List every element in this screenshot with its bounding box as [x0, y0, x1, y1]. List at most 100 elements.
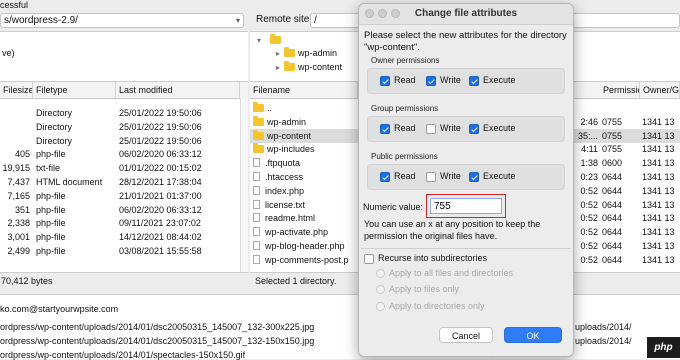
queue-line-file[interactable]: ordpress/wp-content/uploads/2014/01/dsc2…	[0, 336, 314, 346]
queue-line-file[interactable]: ordpress/wp-content/uploads/2014/01/dsc2…	[0, 322, 314, 332]
table-row[interactable]: Directory 25/01/2022 19:50:06	[0, 120, 240, 134]
tree-expand-icon[interactable]: ▸	[276, 63, 280, 72]
write-checkbox[interactable]	[426, 172, 436, 182]
read-checkbox[interactable]	[380, 172, 390, 182]
cell-owner-group: 1341 13	[642, 158, 675, 169]
column-last-modified[interactable]: Last modified	[116, 82, 240, 98]
write-label: Write	[440, 123, 461, 133]
write-checkbox[interactable]	[426, 124, 436, 134]
filename-text: license.txt	[265, 199, 306, 210]
tree-item-wp-admin[interactable]: wp-admin	[284, 47, 337, 58]
cell-owner-group: 1341 13	[642, 144, 675, 155]
table-row[interactable]: 19,915 txt-file 01/01/2022 00:15:02	[0, 161, 240, 175]
radio-apply-all[interactable]	[376, 269, 385, 278]
table-row[interactable]: Directory 25/01/2022 19:50:06	[0, 106, 240, 120]
radio-directories-only[interactable]	[376, 302, 385, 311]
cell-time: 4:11	[581, 144, 598, 155]
column-filetype[interactable]: Filetype	[33, 82, 116, 98]
local-tree[interactable]: ve)	[0, 31, 248, 82]
cell-last-modified: 06/02/2020 06:33:12	[119, 204, 202, 215]
cell-owner-group: 1341 13	[642, 241, 675, 251]
radio-apply-all-label: Apply to all files and directories	[389, 268, 514, 278]
queue-line-server[interactable]: ko.com@startyourwpsite.com	[0, 304, 118, 314]
table-row[interactable]: 7,437 HTML document 28/12/2021 17:38:04	[0, 175, 240, 189]
cell-filename: wp-blog-header.php	[253, 239, 358, 253]
tree-item-wp-content[interactable]: wp-content	[284, 61, 342, 72]
zoom-window-button[interactable]	[391, 9, 400, 18]
tree-collapse-icon[interactable]: ▾	[257, 36, 261, 45]
cell-filename: .htaccess	[253, 170, 358, 184]
table-row[interactable]: 7,165 php-file 21/01/2021 01:37:00	[0, 189, 240, 203]
cell-filesize: 405	[14, 149, 30, 160]
radio-files-only[interactable]	[376, 285, 385, 294]
execute-checkbox[interactable]	[469, 124, 479, 134]
folder-icon	[253, 102, 264, 112]
table-row[interactable]: 351 php-file 06/02/2020 06:33:12	[0, 203, 240, 217]
cell-owner-group: 1341 13	[642, 116, 675, 127]
divider	[361, 248, 571, 249]
file-icon	[253, 172, 260, 181]
folder-icon	[253, 143, 264, 154]
execute-checkbox[interactable]	[469, 76, 479, 86]
cell-filename: wp-includes	[253, 142, 358, 156]
file-icon	[253, 213, 260, 223]
cell-last-modified: 28/12/2021 17:38:04	[119, 177, 202, 187]
ok-button[interactable]: OK	[504, 327, 562, 343]
recurse-checkbox[interactable]	[364, 254, 374, 264]
table-row[interactable]: 3,001 php-file 14/12/2021 08:44:02	[0, 230, 240, 244]
queue-line-file[interactable]: ordpress/wp-content/uploads/2014/01/spec…	[0, 350, 245, 360]
table-row[interactable]: Directory 25/01/2022 19:50:06	[0, 134, 240, 148]
column-filesize[interactable]: Filesize	[0, 82, 33, 98]
cell-filetype: HTML document	[36, 177, 103, 187]
local-file-list[interactable]: Filesize Filetype Last modified Director…	[0, 81, 248, 273]
cell-filetype: php-file	[36, 149, 66, 160]
cell-permission: 0600	[602, 158, 623, 169]
remote-status-text: Selected 1 directory.	[255, 276, 337, 286]
read-checkbox[interactable]	[380, 124, 390, 134]
cell-last-modified: 25/01/2022 19:50:06	[119, 135, 202, 146]
filename-text: wp-content	[267, 130, 312, 141]
remote-path-value: /	[314, 15, 317, 26]
permission-group-label: Public permissions	[371, 152, 438, 161]
permission-group-box: Read Write Execute	[367, 164, 565, 190]
cell-filesize: 2,338	[7, 218, 30, 229]
write-label: Write	[440, 75, 461, 85]
local-status-bar: 70,412 bytes	[0, 272, 248, 289]
cell-owner-group: 1341 13	[642, 199, 675, 210]
local-tree-item[interactable]: ve)	[2, 48, 15, 58]
change-file-attributes-dialog: Change file attributes Please select the…	[358, 3, 574, 357]
read-checkbox[interactable]	[380, 76, 390, 86]
file-icon	[253, 254, 260, 264]
minimize-window-button[interactable]	[378, 9, 387, 18]
cell-filename: ..	[253, 101, 358, 115]
cell-time: 2:46	[580, 116, 598, 127]
cell-filename: wp-comments-post.p	[253, 253, 358, 267]
tree-expand-icon[interactable]: ▸	[276, 49, 280, 58]
permission-group-box: Read Write Execute	[367, 116, 565, 142]
local-path-combo[interactable]: s/wordpress-2.9/ ▾	[0, 13, 244, 28]
folder-icon	[253, 115, 264, 126]
cell-time: 1:38	[580, 158, 598, 169]
cell-owner-group: 1341 13	[642, 227, 675, 238]
watermark-text: php	[654, 342, 673, 353]
folder-icon	[284, 61, 295, 71]
execute-checkbox[interactable]	[469, 172, 479, 182]
cell-filetype: php-file	[36, 218, 66, 229]
chevron-down-icon[interactable]: ▾	[236, 14, 240, 27]
read-label: Read	[394, 75, 416, 85]
write-checkbox[interactable]	[426, 76, 436, 86]
close-window-button[interactable]	[365, 9, 374, 18]
table-row[interactable]: 2,338 php-file 09/11/2021 23:07:02	[0, 216, 240, 230]
local-scrollbar[interactable]	[240, 98, 248, 273]
transfer-queue[interactable]: ko.com@startyourwpsite.com ordpress/wp-c…	[0, 294, 680, 360]
table-row[interactable]: 405 php-file 06/02/2020 06:33:12	[0, 147, 240, 161]
cell-filesize: 7,165	[7, 190, 30, 201]
cell-time: 0:52	[580, 199, 598, 210]
file-icon	[253, 185, 260, 195]
filename-text: wp-includes	[267, 144, 315, 155]
execute-label: Execute	[483, 75, 516, 85]
cancel-button[interactable]: Cancel	[439, 327, 493, 343]
numeric-value-input[interactable]	[430, 198, 502, 214]
table-row[interactable]: 2,499 php-file 03/08/2021 15:55:58	[0, 244, 240, 258]
cell-filesize: 7,437	[7, 177, 30, 187]
